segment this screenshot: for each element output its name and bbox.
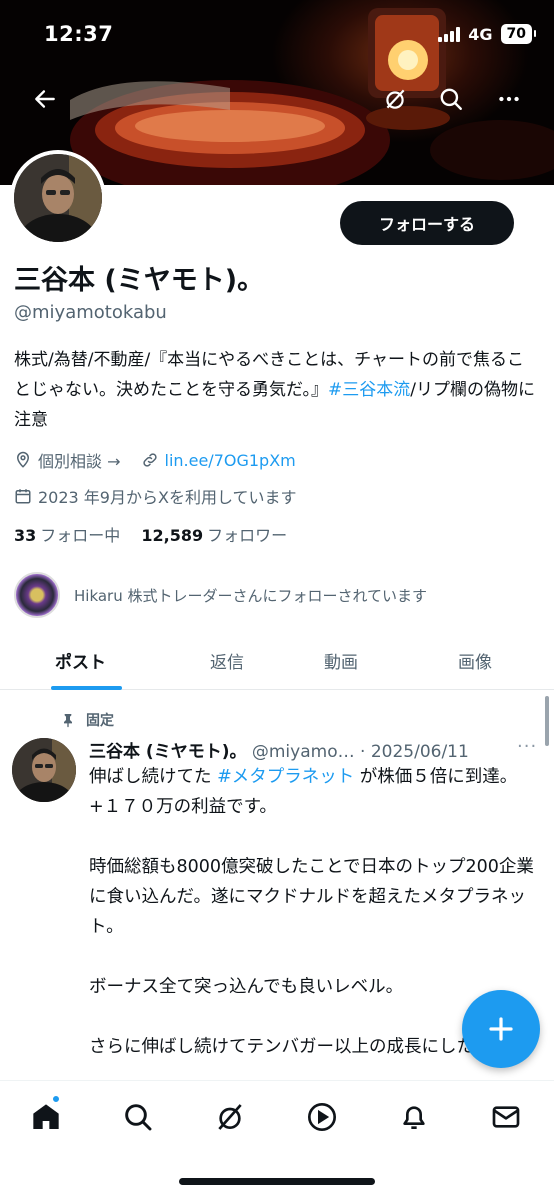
followers-stat[interactable]: 12,589 フォロワー: [141, 526, 287, 545]
video-icon: [308, 1103, 336, 1131]
followed-by-text: Hikaru 株式トレーダーさんにフォローされています: [74, 586, 428, 605]
search-button[interactable]: [431, 79, 471, 119]
grok-button[interactable]: [375, 79, 415, 119]
plus-icon: [489, 1017, 513, 1041]
post-more-icon[interactable]: ···: [517, 736, 537, 757]
post-line-2: +１７０万の利益です。: [89, 797, 277, 817]
pin-icon: [64, 714, 72, 728]
location-icon: [16, 451, 30, 468]
post-author-handle[interactable]: @miyamo…: [252, 742, 355, 762]
network-label: 4G: [468, 24, 493, 44]
home-icon: [33, 1104, 59, 1129]
home-indicator: [179, 1178, 375, 1185]
profile-stats: 33 フォロー中 12,589 フォロワー: [14, 522, 287, 546]
avatar-photo: [14, 154, 102, 242]
profile-name: 三谷本 (ミヤモト)。: [14, 265, 265, 296]
avatar-photo: [12, 738, 76, 802]
notifications-icon: [403, 1106, 425, 1129]
tab-videos[interactable]: 動画: [324, 648, 358, 673]
profile-meta-links: 個別相談 → lin.ee/7OG1pXm: [14, 448, 296, 472]
home-notification-dot: [51, 1094, 61, 1104]
pinned-label: 固定: [60, 710, 114, 730]
grok-icon: [386, 89, 405, 109]
post-date[interactable]: 2025/06/11: [371, 742, 469, 762]
profile-avatar[interactable]: [10, 150, 106, 246]
status-indicators: 4G 70: [438, 24, 537, 44]
tab-images[interactable]: 画像: [458, 648, 492, 673]
link-icon: [142, 453, 157, 467]
nav-grok[interactable]: [208, 1095, 252, 1139]
post-dot: ·: [360, 742, 366, 762]
status-time: 12:37: [44, 22, 114, 46]
profile-topbar: [0, 75, 554, 123]
post-header: 三谷本 (ミヤモト)。 @miyamo… · 2025/06/11: [89, 737, 469, 762]
calendar-icon: [15, 489, 31, 504]
profile-handle: @miyamotokabu: [14, 302, 167, 323]
compose-button[interactable]: [462, 990, 540, 1068]
follow-button[interactable]: フォローする: [340, 201, 514, 245]
joined-text: 2023 年9月からXを利用しています: [38, 488, 297, 507]
post-hashtag[interactable]: #メタプラネット: [217, 767, 354, 787]
nav-home[interactable]: [24, 1095, 68, 1139]
profile-joined: 2023 年9月からXを利用しています: [14, 484, 296, 508]
post-author-name[interactable]: 三谷本 (ミヤモト)。: [89, 742, 246, 762]
scrollbar[interactable]: [545, 696, 549, 746]
post-line-3: 時価総額も8000億突破したことで日本のトップ200企業に食い込んだ。遂にマクド…: [89, 857, 534, 937]
followers-label: フォロワー: [207, 526, 288, 545]
followed-by-row[interactable]: Hikaru 株式トレーダーさんにフォローされています: [14, 572, 427, 618]
grok-icon: [218, 1104, 242, 1130]
followers-count: 12,589: [141, 526, 204, 545]
signal-icon: [438, 26, 461, 42]
back-button[interactable]: [25, 79, 65, 119]
profile-tabs: ポスト 返信 動画 画像: [0, 630, 554, 690]
post-text: が株価５倍に到達。: [354, 767, 518, 787]
battery-icon: 70: [500, 24, 537, 44]
follower-avatar: [14, 572, 60, 618]
bio-hashtag[interactable]: #三谷本流: [328, 380, 410, 400]
nav-notifications[interactable]: [392, 1095, 436, 1139]
tab-replies[interactable]: 返信: [210, 648, 244, 673]
pinned-text: 固定: [86, 713, 114, 729]
post-line-1: 伸ばし続けてた #メタプラネット が株価５倍に到達。: [89, 762, 544, 792]
search-icon: [125, 1104, 152, 1131]
nav-video[interactable]: [300, 1095, 344, 1139]
post-author-avatar[interactable]: [12, 738, 76, 802]
messages-icon: [492, 1106, 520, 1128]
profile-bio: 株式/為替/不動産/『本当にやるべきことは、チャートの前で焦ることじゃない。決め…: [14, 345, 540, 435]
tab-posts[interactable]: ポスト: [55, 648, 106, 673]
post-text: 伸ばし続けてた: [89, 767, 218, 787]
following-count: 33: [14, 526, 37, 545]
active-tab-indicator: [51, 686, 122, 690]
back-arrow-icon: [35, 90, 55, 108]
following-label: フォロー中: [40, 526, 121, 545]
search-icon: [440, 88, 462, 110]
more-button[interactable]: [489, 79, 529, 119]
more-icon: [499, 96, 519, 102]
status-bar: 12:37 4G 70: [0, 0, 554, 70]
nav-messages[interactable]: [484, 1095, 528, 1139]
consult-link[interactable]: 個別相談 →: [38, 448, 121, 472]
nav-search[interactable]: [116, 1095, 160, 1139]
following-stat[interactable]: 33 フォロー中: [14, 526, 120, 545]
profile-website-link[interactable]: lin.ee/7OG1pXm: [165, 451, 296, 470]
